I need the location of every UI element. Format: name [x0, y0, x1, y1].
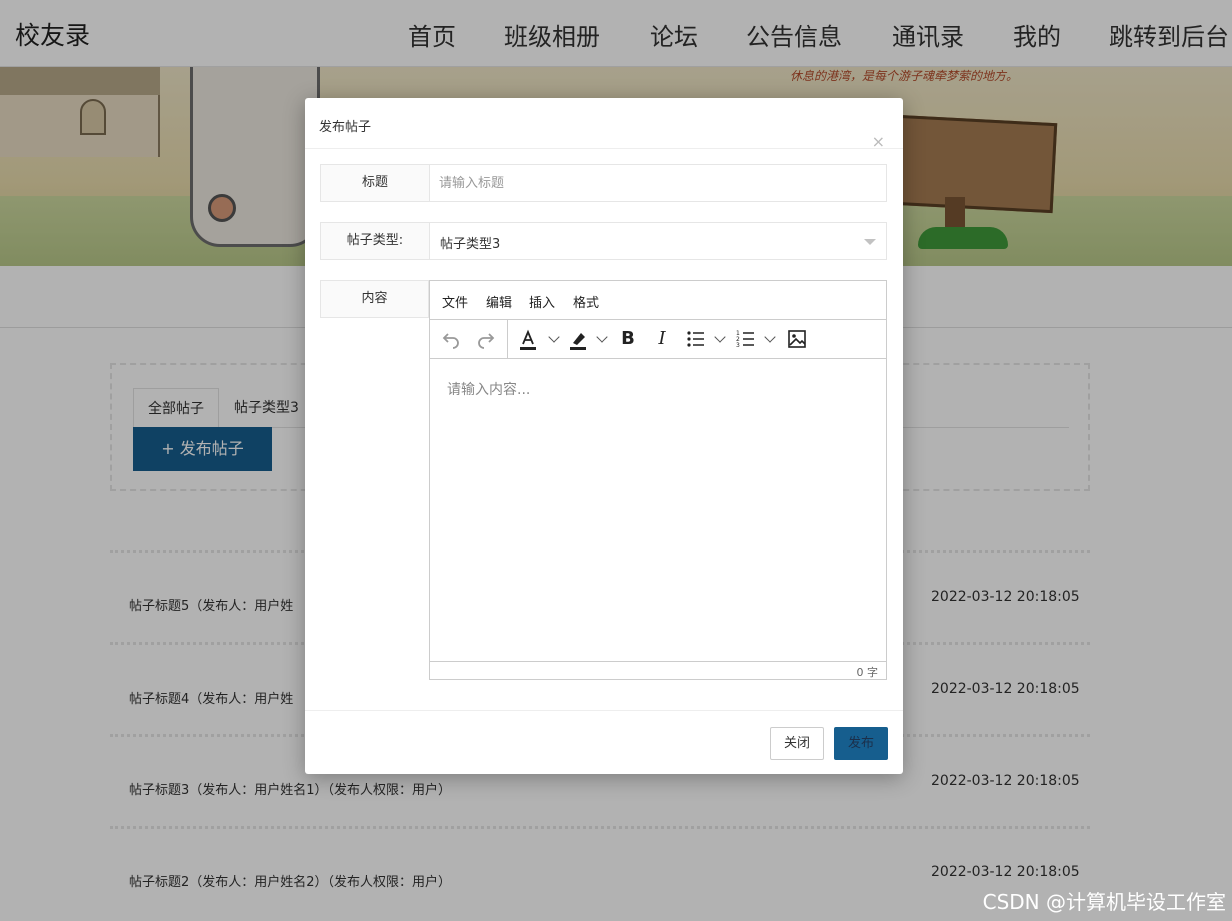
title-field-row: 标题: [320, 164, 887, 202]
close-icon[interactable]: ×: [872, 134, 885, 150]
menu-file[interactable]: 文件: [442, 292, 468, 311]
close-button[interactable]: 关闭: [770, 727, 824, 760]
numbered-list-icon[interactable]: 123: [735, 329, 757, 349]
rich-text-editor: 文件 编辑 插入 格式 B I 1 2 3 请输入内容... 0 字: [429, 280, 887, 680]
publish-button[interactable]: 发布: [834, 727, 888, 760]
title-input[interactable]: [439, 165, 869, 201]
publish-post-dialog: 发布帖子 × 标题 帖子类型: 帖子类型3 内容 文件 编辑 插入 格式: [305, 98, 903, 774]
bullet-list-icon[interactable]: [685, 329, 707, 349]
dropdown-arrow-icon[interactable]: [864, 239, 876, 245]
editor-menubar: 文件 编辑 插入 格式: [430, 281, 886, 320]
bold-icon[interactable]: B: [618, 329, 638, 349]
chevron-down-icon[interactable]: [714, 331, 726, 343]
editor-placeholder: 请输入内容...: [447, 382, 531, 398]
image-icon[interactable]: [786, 329, 808, 349]
title-label: 标题: [321, 165, 430, 201]
editor-statusbar: 0 字: [430, 661, 886, 679]
editor-content-area[interactable]: 请输入内容...: [430, 359, 886, 662]
italic-icon[interactable]: I: [652, 329, 672, 349]
undo-icon[interactable]: [440, 329, 462, 349]
post-type-label: 帖子类型:: [321, 223, 430, 259]
post-type-select[interactable]: 帖子类型3: [440, 233, 500, 252]
menu-edit[interactable]: 编辑: [486, 292, 512, 311]
word-count: 0 字: [856, 666, 879, 679]
dialog-footer: 关闭 发布: [305, 710, 903, 774]
chevron-down-icon[interactable]: [764, 331, 776, 343]
redo-icon[interactable]: [475, 329, 497, 349]
text-color-icon[interactable]: [518, 329, 538, 350]
watermark: CSDN @计算机毕设工作室: [982, 890, 1226, 914]
toolbar-separator: [507, 320, 508, 358]
chevron-down-icon[interactable]: [548, 331, 560, 343]
highlight-color-icon[interactable]: [568, 329, 588, 350]
menu-insert[interactable]: 插入: [529, 292, 555, 311]
chevron-down-icon[interactable]: [596, 331, 608, 343]
content-label: 内容: [320, 280, 429, 318]
dialog-title: 发布帖子: [319, 120, 372, 135]
menu-format[interactable]: 格式: [573, 292, 599, 311]
dialog-header: 发布帖子 ×: [305, 98, 903, 150]
svg-text:3: 3: [736, 342, 740, 349]
editor-toolbar: B I 123: [430, 320, 886, 359]
post-type-row: 帖子类型: 帖子类型3: [320, 222, 887, 260]
